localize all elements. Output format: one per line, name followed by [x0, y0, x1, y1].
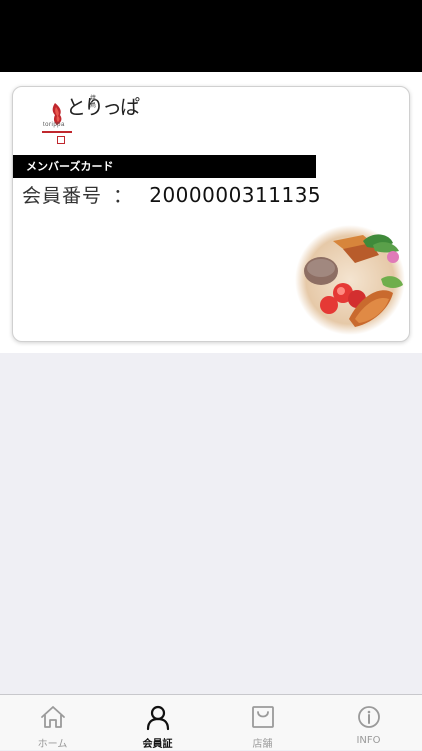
status-bar [0, 0, 422, 72]
member-number-colon: ： [113, 185, 133, 207]
home-icon [41, 706, 65, 728]
shop-bag-icon [252, 706, 274, 728]
logo-sub-text: 焼鳥 [90, 95, 97, 109]
tab-home-label: ホーム [37, 739, 68, 750]
member-number-value: 2000000311135 [149, 183, 322, 207]
tab-info-label: INFO [356, 735, 381, 746]
bottom-tab-bar: ホーム 会員証 店舗 INFO [0, 694, 422, 750]
info-icon [358, 706, 380, 728]
logo-brand-text: とりっぱ [66, 95, 140, 119]
tab-member-card[interactable]: 会員証 [105, 695, 210, 751]
logo-underline [42, 131, 72, 133]
membership-card: とりっぱ 焼鳥 torippa メンバーズカード 会員番号 ： 20000003… [12, 86, 410, 342]
logo-roman-text: torippa [43, 122, 65, 128]
tab-member-card-label: 会員証 [142, 739, 173, 750]
person-icon [146, 705, 170, 731]
member-number-label: 会員番号 [22, 185, 103, 207]
tab-store[interactable]: 店舗 [210, 695, 315, 751]
member-number-row: 会員番号 ： 2000000311135 [22, 181, 321, 207]
tab-info[interactable]: INFO [316, 695, 421, 751]
tab-home[interactable]: ホーム [0, 695, 105, 751]
food-plate-image [295, 225, 405, 335]
tab-store-label: 店舗 [252, 739, 273, 750]
logo-stamp [57, 136, 65, 144]
members-card-band: メンバーズカード [13, 155, 316, 178]
